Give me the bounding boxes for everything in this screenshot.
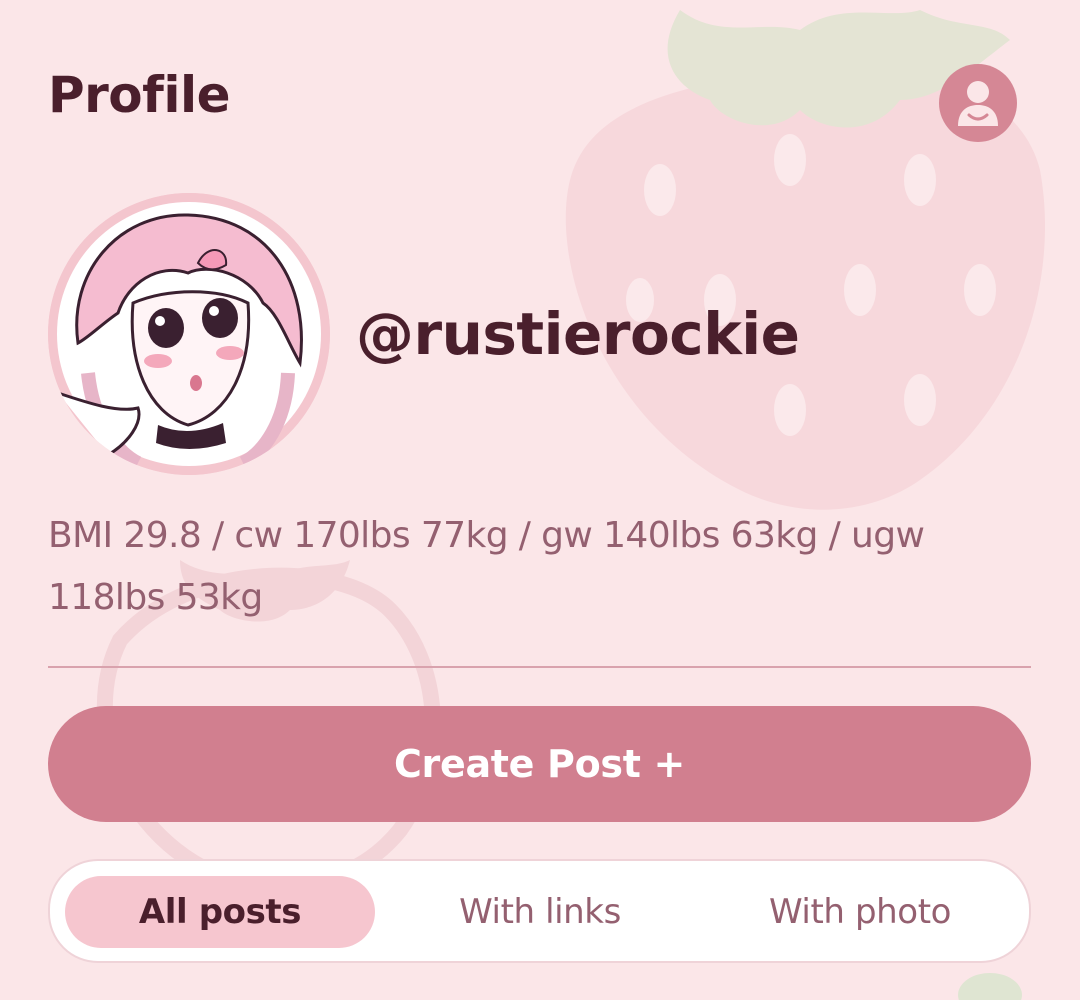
username: @rustierockie: [356, 300, 800, 368]
divider: [48, 666, 1031, 668]
avatar[interactable]: [48, 193, 330, 475]
create-post-button[interactable]: Create Post +: [48, 706, 1031, 822]
post-filter-tabs: All posts With links With photo: [48, 859, 1031, 963]
avatar-image: [48, 193, 330, 475]
background-leaf: [958, 973, 1022, 1000]
tab-all-posts[interactable]: All posts: [65, 876, 375, 948]
tab-with-links[interactable]: With links: [385, 876, 695, 948]
account-icon: [958, 81, 998, 126]
account-button[interactable]: [939, 64, 1017, 142]
page-title: Profile: [48, 66, 231, 124]
tab-with-photo[interactable]: With photo: [705, 876, 1015, 948]
profile-bio: BMI 29.8 / cw 170lbs 77kg / gw 140lbs 63…: [48, 515, 925, 618]
